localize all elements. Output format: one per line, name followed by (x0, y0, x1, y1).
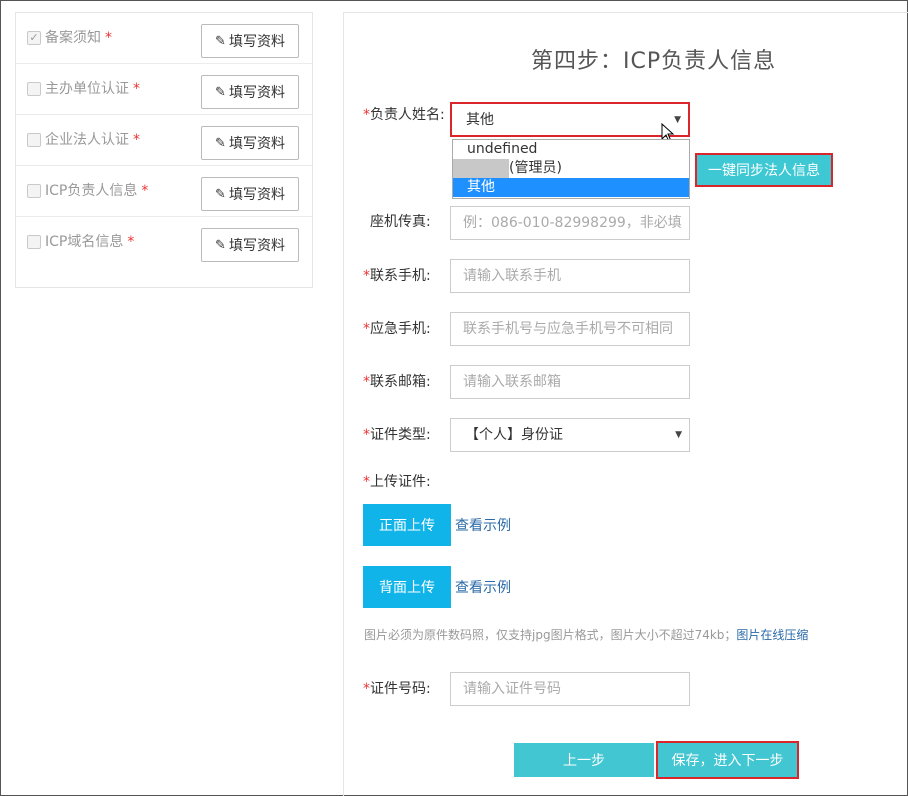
fill-info-button[interactable]: ✎ 填写资料 (201, 228, 299, 262)
dropdown-option-selected[interactable]: 其他 (453, 178, 689, 197)
step-row-notice: ✓ 备案须知 * ✎ 填写资料 (16, 13, 312, 64)
pencil-icon: ✎ (215, 186, 226, 202)
fill-info-button[interactable]: ✎ 填写资料 (201, 177, 299, 211)
step-label: 主办单位认证 * (45, 81, 140, 97)
page-title: 第四步：ICP负责人信息 (531, 49, 777, 74)
step-row-icp-domain: ICP域名信息 * ✎ 填写资料 (16, 217, 312, 268)
sync-legal-person-button[interactable]: 一键同步法人信息 (695, 153, 833, 187)
id-type-label: *证件类型: (363, 427, 431, 443)
fill-info-button[interactable]: ✎ 填写资料 (201, 24, 299, 58)
previous-step-button[interactable]: 上一步 (514, 743, 654, 777)
view-example-link[interactable]: 查看示例 (455, 515, 511, 535)
step-label: ICP负责人信息 * (45, 183, 149, 199)
fax-label: 座机传真: (370, 214, 431, 230)
upload-label: *上传证件: (363, 474, 431, 490)
step-row-icp-owner: ICP负责人信息 * ✎ 填写资料 (16, 166, 312, 217)
id-number-label: *证件号码: (363, 681, 431, 697)
step-label: ICP域名信息 * (45, 234, 135, 250)
upload-hint: 图片必须为原件数码照，仅支持jpg图片格式，图片大小不超过74kb；图片在线压缩 (364, 628, 809, 642)
id-type-select[interactable]: 【个人】身份证 ▼ (450, 418, 690, 452)
pencil-icon: ✎ (215, 135, 226, 151)
emergency-mobile-input[interactable]: 联系手机号与应急手机号不可相同 (450, 312, 690, 346)
pencil-icon: ✎ (215, 84, 226, 100)
fill-info-button[interactable]: ✎ 填写资料 (201, 75, 299, 109)
pencil-icon: ✎ (215, 237, 226, 253)
step-row-sponsor: 主办单位认证 * ✎ 填写资料 (16, 64, 312, 115)
name-label: *负责人姓名: (363, 107, 445, 123)
mobile-label: *联系手机: (363, 268, 431, 284)
emergency-label: *应急手机: (363, 321, 431, 337)
step-checkbox-checked[interactable]: ✓ (27, 31, 41, 45)
step-checkbox[interactable] (27, 235, 41, 249)
fax-input[interactable]: 例：086-010-82998299，非必填 (450, 206, 690, 240)
step-checkbox[interactable] (27, 184, 41, 198)
upload-front-button[interactable]: 正面上传 (363, 504, 451, 546)
email-label: *联系邮箱: (363, 374, 431, 390)
step-label: 企业法人认证 * (45, 132, 140, 148)
step-label: 备案须知 * (45, 30, 112, 46)
chevron-down-icon: ▼ (675, 430, 682, 440)
chevron-down-icon: ▼ (674, 115, 681, 125)
image-compress-link[interactable]: 图片在线压缩 (736, 628, 808, 642)
step-checkbox[interactable] (27, 133, 41, 147)
id-number-input[interactable]: 请输入证件号码 (450, 672, 690, 706)
fill-info-button[interactable]: ✎ 填写资料 (201, 126, 299, 160)
mobile-input[interactable]: 请输入联系手机 (450, 259, 690, 293)
owner-name-select[interactable]: 其他 ▼ (450, 102, 690, 137)
step-checkbox[interactable] (27, 82, 41, 96)
dropdown-option[interactable]: undefined (453, 140, 689, 159)
step-row-legal-person: 企业法人认证 * ✎ 填写资料 (16, 115, 312, 166)
steps-sidebar: ✓ 备案须知 * ✎ 填写资料 主办单位认证 * ✎ 填写资料 企业法人认证 * ✎ 填写资… (15, 12, 313, 288)
upload-back-button[interactable]: 背面上传 (363, 566, 451, 608)
dropdown-option-admin[interactable]: (管理员) (453, 159, 689, 178)
save-next-step-button[interactable]: 保存，进入下一步 (656, 741, 799, 779)
owner-name-dropdown: undefined (管理员) 其他 (452, 139, 690, 199)
email-input[interactable]: 请输入联系邮箱 (450, 365, 690, 399)
view-example-link[interactable]: 查看示例 (455, 577, 511, 597)
pencil-icon: ✎ (215, 33, 226, 49)
redacted-block (453, 159, 509, 178)
